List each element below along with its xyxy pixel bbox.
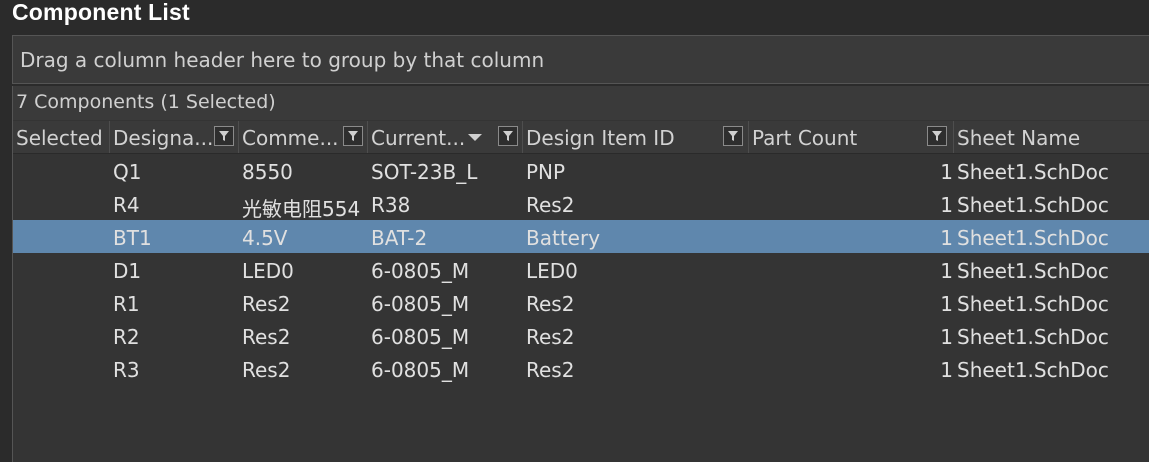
filter-icon[interactable] — [498, 126, 518, 146]
designator-cell: Q1 — [113, 160, 142, 184]
filter-icon[interactable] — [343, 126, 363, 146]
part-count-cell: 1 — [940, 259, 953, 283]
sheet-name-cell: Sheet1.SchDoc — [957, 259, 1109, 283]
design-item-id-cell: LED0 — [526, 259, 578, 283]
designator-cell: R1 — [113, 292, 140, 316]
column-header-row: Selected Designa... Comme... Current... … — [13, 121, 1149, 154]
group-by-area[interactable]: Drag a column header here to group by th… — [12, 35, 1149, 84]
table-row[interactable]: D1 LED0 6-0805_M LED0 1 Sheet1.SchDoc — [13, 253, 1149, 286]
table-row[interactable]: Q1 8550 SOT-23B_L PNP 1 Sheet1.SchDoc — [13, 154, 1149, 187]
designator-cell: BT1 — [113, 226, 152, 250]
comment-cell: 光敏电阻554 — [242, 197, 361, 221]
footprint-cell: BAT-2 — [371, 226, 428, 250]
table-row[interactable]: R1 Res2 6-0805_M Res2 1 Sheet1.SchDoc — [13, 286, 1149, 319]
component-count: 7 Components (1 Selected) — [16, 91, 276, 113]
column-header-designator[interactable]: Designa... — [110, 121, 239, 153]
sheet-name-cell: Sheet1.SchDoc — [957, 160, 1109, 184]
filter-icon[interactable] — [927, 126, 947, 146]
column-header-current-footprint[interactable]: Current... — [368, 121, 523, 153]
comment-cell: Res2 — [242, 292, 291, 316]
design-item-id-cell: Res2 — [526, 292, 575, 316]
column-header-label: Sheet Name — [957, 126, 1081, 150]
designator-cell: R2 — [113, 325, 140, 349]
column-header-sheet-name[interactable]: Sheet Name — [954, 121, 1149, 153]
filter-icon[interactable] — [723, 126, 743, 146]
table-row-selected[interactable]: BT1 4.5V BAT-2 Battery 1 Sheet1.SchDoc — [13, 220, 1149, 253]
part-count-cell: 1 — [940, 358, 953, 382]
designator-cell: R3 — [113, 358, 140, 382]
footprint-cell: SOT-23B_L — [371, 160, 478, 184]
design-item-id-cell: Res2 — [526, 358, 575, 382]
column-header-selected[interactable]: Selected — [13, 121, 110, 153]
part-count-cell: 1 — [940, 160, 953, 184]
column-header-label: Comme... — [242, 126, 339, 150]
filter-icon[interactable] — [214, 126, 234, 146]
column-header-label: Designa... — [113, 126, 214, 150]
sheet-name-cell: Sheet1.SchDoc — [957, 325, 1109, 349]
part-count-cell: 1 — [940, 292, 953, 316]
footprint-cell: R38 — [371, 193, 411, 217]
designator-cell: R4 — [113, 193, 140, 217]
design-item-id-cell: Battery — [526, 226, 601, 250]
comment-cell: 4.5V — [242, 226, 288, 250]
component-count-bar: 7 Components (1 Selected) — [13, 86, 1149, 120]
panel-title: Component List — [12, 0, 190, 25]
sheet-name-cell: Sheet1.SchDoc — [957, 292, 1109, 316]
part-count-cell: 1 — [940, 325, 953, 349]
part-count-cell: 1 — [940, 226, 953, 250]
column-header-design-item-id[interactable]: Design Item ID — [523, 121, 749, 153]
component-rows: Q1 8550 SOT-23B_L PNP 1 Sheet1.SchDoc R4… — [13, 154, 1149, 385]
comment-cell: Res2 — [242, 358, 291, 382]
sheet-name-cell: Sheet1.SchDoc — [957, 226, 1109, 250]
comment-cell: 8550 — [242, 160, 293, 184]
column-header-label: Current... — [371, 126, 466, 150]
design-item-id-cell: Res2 — [526, 325, 575, 349]
designator-cell: D1 — [113, 259, 142, 283]
column-header-comment[interactable]: Comme... — [239, 121, 368, 153]
group-by-hint: Drag a column header here to group by th… — [20, 48, 545, 72]
table-row[interactable]: R4 光敏电阻554 R38 Res2 1 Sheet1.SchDoc — [13, 187, 1149, 221]
sheet-name-cell: Sheet1.SchDoc — [957, 193, 1109, 217]
design-item-id-cell: Res2 — [526, 193, 575, 217]
column-header-label: Selected — [16, 126, 103, 150]
footprint-cell: 6-0805_M — [371, 358, 470, 382]
part-count-cell: 1 — [940, 193, 953, 217]
footprint-cell: 6-0805_M — [371, 325, 470, 349]
component-grid[interactable]: 7 Components (1 Selected) Selected Desig… — [12, 86, 1149, 462]
table-row[interactable]: R2 Res2 6-0805_M Res2 1 Sheet1.SchDoc — [13, 319, 1149, 352]
footprint-cell: 6-0805_M — [371, 292, 470, 316]
comment-cell: LED0 — [242, 259, 294, 283]
column-header-part-count[interactable]: Part Count — [749, 121, 954, 153]
footprint-cell: 6-0805_M — [371, 259, 470, 283]
sort-descending-icon[interactable] — [468, 134, 482, 141]
design-item-id-cell: PNP — [526, 160, 566, 184]
column-header-label: Part Count — [752, 126, 858, 150]
table-row[interactable]: R3 Res2 6-0805_M Res2 1 Sheet1.SchDoc — [13, 352, 1149, 385]
column-header-label: Design Item ID — [526, 126, 675, 150]
sheet-name-cell: Sheet1.SchDoc — [957, 358, 1109, 382]
comment-cell: Res2 — [242, 325, 291, 349]
